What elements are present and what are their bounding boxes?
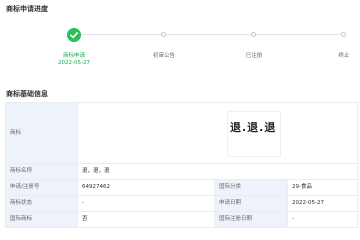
trademark-image-text: 退.退.退 xyxy=(230,121,277,134)
step-label-terminated: 终止 xyxy=(338,53,350,59)
table-row: 商标 退.退.退 xyxy=(5,102,358,164)
basic-info-table: 商标 退.退.退 商标名称 退，退，退 申请/注册号 64927462 国际分类… xyxy=(5,102,358,228)
label-application-number: 申请/注册号 xyxy=(5,179,78,196)
mark-label-cell: 商标 xyxy=(5,102,78,164)
value-international-class: 29-食品 xyxy=(287,179,358,196)
table-row: 申请/注册号 64927462 国际分类 29-食品 xyxy=(5,179,358,196)
value-international-mark: 否 xyxy=(77,211,215,228)
label-international-reg-date: 国际注册日期 xyxy=(214,211,288,228)
value-application-date: 2022-05-27 xyxy=(287,195,358,212)
table-row: 商标状态 - 申请日期 2022-05-27 xyxy=(5,195,358,212)
progress-timeline-line xyxy=(74,34,344,35)
step-date-application: 2022-05-27 xyxy=(58,60,90,66)
label-trademark-status: 商标状态 xyxy=(5,195,78,212)
mark-image-cell: 退.退.退 xyxy=(77,102,358,164)
table-row: 商标名称 退，退，退 xyxy=(5,163,358,180)
basic-info-section-title: 商标基础信息 xyxy=(6,90,48,98)
table-row: 国际商标 否 国际注册日期 - xyxy=(5,211,358,228)
step-completed-check-icon xyxy=(67,28,81,42)
label-trademark-name: 商标名称 xyxy=(5,163,78,180)
step-label-registered: 已注册 xyxy=(245,53,263,59)
step-dot-terminated xyxy=(341,32,346,37)
label-application-date: 申请日期 xyxy=(214,195,288,212)
step-dot-preliminary xyxy=(161,32,166,37)
value-trademark-status: - xyxy=(77,195,215,212)
step-label-preliminary: 初审公告 xyxy=(152,53,176,59)
label-international-mark: 国际商标 xyxy=(5,211,78,228)
step-dot-registered xyxy=(251,32,256,37)
label-international-class: 国际分类 xyxy=(214,179,288,196)
value-trademark-name: 退，退，退 xyxy=(77,163,358,180)
step-label-application: 商标申请 xyxy=(62,53,86,59)
value-application-number: 64927462 xyxy=(77,179,215,196)
progress-section-title: 商标申请进度 xyxy=(6,5,48,13)
value-international-reg-date: - xyxy=(287,211,358,228)
